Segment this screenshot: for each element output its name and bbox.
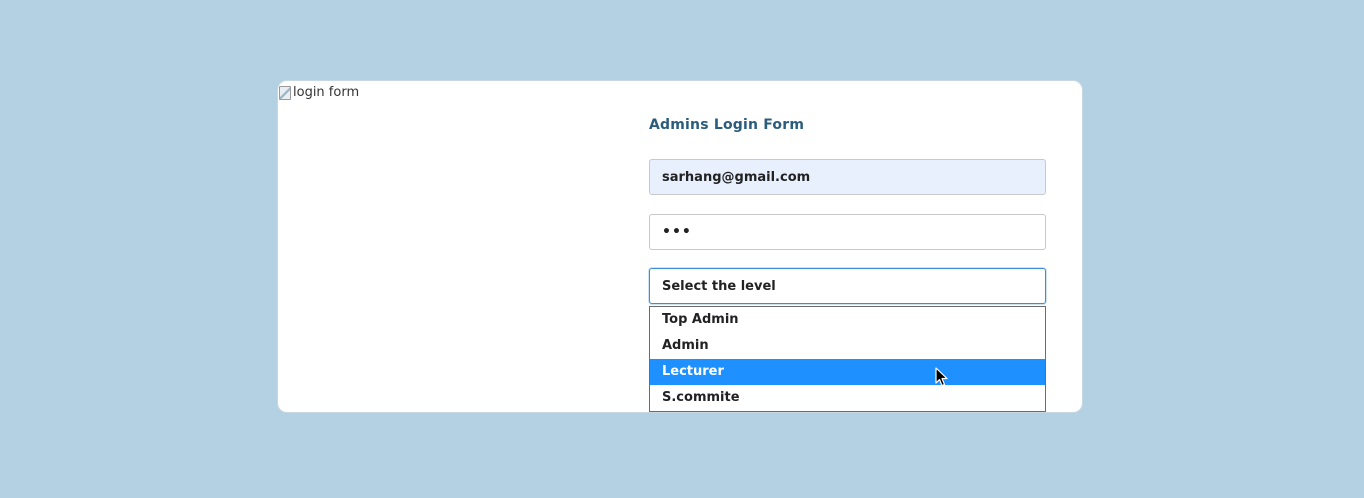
level-dropdown-list: Top Admin Admin Lecturer S.commite xyxy=(649,306,1046,412)
login-image-alt-text: login form xyxy=(293,84,360,100)
password-value: ••• xyxy=(662,224,692,240)
level-option-admin[interactable]: Admin xyxy=(650,333,1045,359)
level-option-lecturer[interactable]: Lecturer xyxy=(650,359,1045,385)
broken-image-icon xyxy=(278,84,292,100)
level-select-value: Select the level xyxy=(662,278,776,294)
mouse-pointer-icon xyxy=(935,367,948,387)
level-select[interactable]: Select the level xyxy=(649,268,1046,304)
email-field[interactable]: sarhang@gmail.com xyxy=(649,159,1046,195)
level-option-top-admin[interactable]: Top Admin xyxy=(650,307,1045,333)
password-field[interactable]: ••• xyxy=(649,214,1046,250)
level-option-s-commite[interactable]: S.commite xyxy=(650,385,1045,411)
login-card: login form Admins Login Form sarhang@gma… xyxy=(277,80,1083,413)
login-form-image: login form xyxy=(278,84,359,100)
form-title: Admins Login Form xyxy=(649,117,805,133)
email-value: sarhang@gmail.com xyxy=(662,169,811,185)
